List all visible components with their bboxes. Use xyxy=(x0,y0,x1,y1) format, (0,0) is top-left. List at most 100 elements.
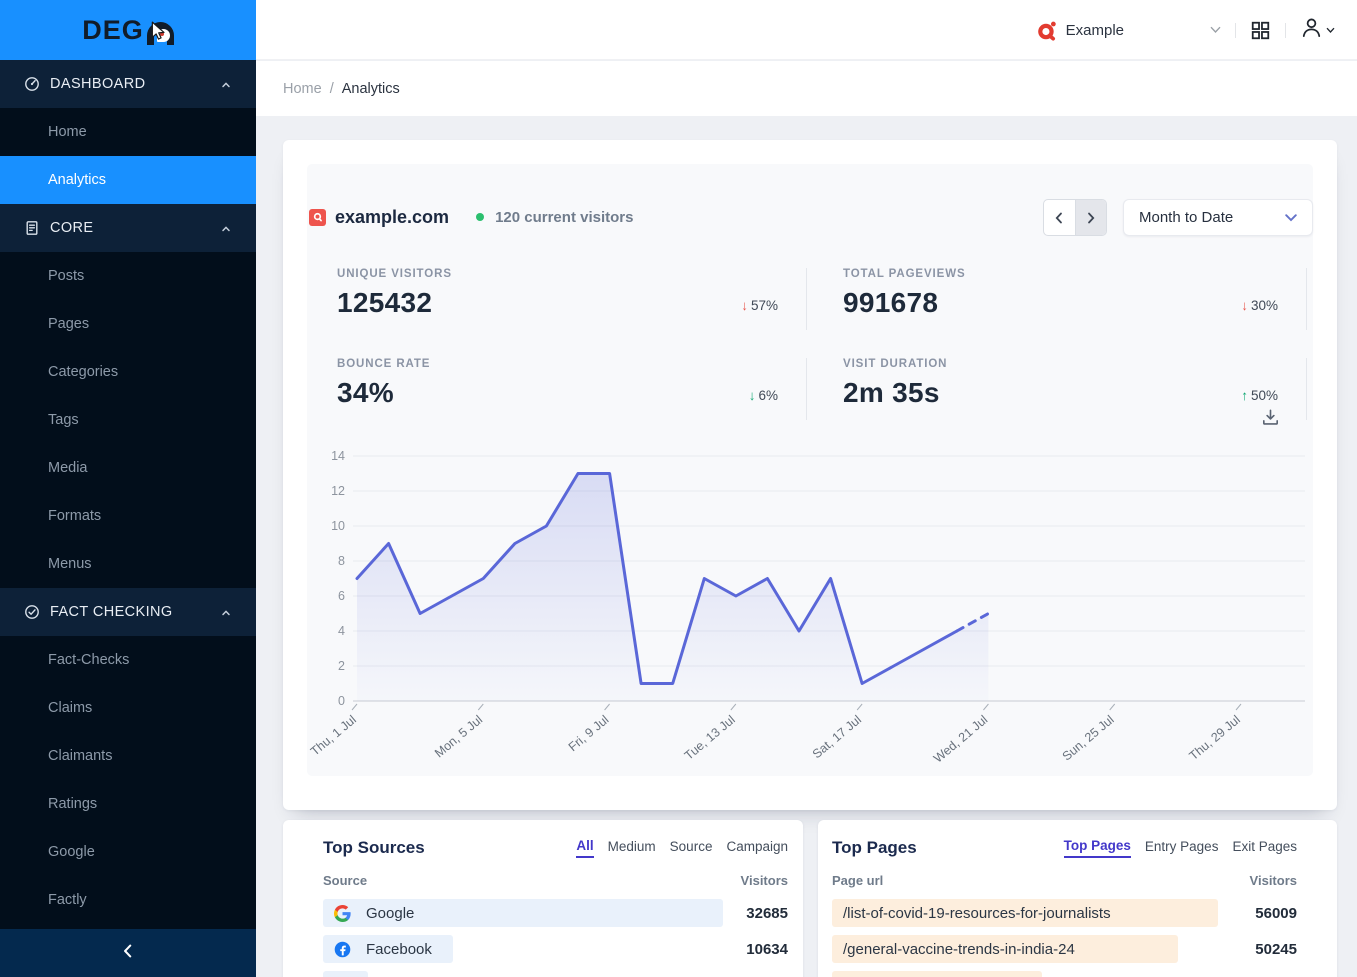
sidebar-item-pages[interactable]: Pages xyxy=(0,300,256,348)
sidebar-section-dashboard[interactable]: DASHBOARD xyxy=(0,60,256,108)
up-arrow-icon: ↑ xyxy=(1241,388,1248,403)
organisation-logo-icon xyxy=(1036,19,1059,42)
top-pages-header: Top Pages Top PagesEntry PagesExit Pages xyxy=(832,838,1297,858)
top-pages-rows: /list-of-covid-19-resources-for-journali… xyxy=(832,895,1297,977)
table-row-partial[interactable] xyxy=(323,967,788,977)
table-row-partial[interactable] xyxy=(832,967,1297,977)
tab-campaign[interactable]: Campaign xyxy=(726,839,788,857)
stat-delta-value: 50% xyxy=(1251,388,1278,403)
table-row[interactable]: /list-of-covid-19-resources-for-journali… xyxy=(832,895,1297,931)
table-row[interactable]: /general-vaccine-trends-in-india-24 50245 xyxy=(832,931,1297,967)
down-arrow-icon: ↓ xyxy=(741,298,748,313)
stat-delta: ↓57% xyxy=(741,298,778,313)
table-row[interactable]: Google 32685 xyxy=(323,895,788,931)
sidebar-collapse-trigger[interactable] xyxy=(0,929,256,977)
stat-visit-duration: VISIT DURATION2m 35s↑50% xyxy=(843,358,1307,420)
row-visitors: 50245 xyxy=(1255,941,1297,958)
stat-delta-value: 57% xyxy=(751,298,778,313)
sidebar-item-ratings[interactable]: Ratings xyxy=(0,780,256,828)
sidebar-section-label: CORE xyxy=(50,220,220,236)
svg-text:10: 10 xyxy=(331,519,345,533)
sidebar-item-claimants[interactable]: Claimants xyxy=(0,732,256,780)
document-icon xyxy=(24,220,40,236)
sidebar-item-tags[interactable]: Tags xyxy=(0,396,256,444)
svg-text:6: 6 xyxy=(338,589,345,603)
sidebar-item-fact-checks[interactable]: Fact-Checks xyxy=(0,636,256,684)
table-row[interactable]: Facebook 10634 xyxy=(323,931,788,967)
topbar: Example xyxy=(256,0,1357,60)
date-range-select[interactable]: Month to Date xyxy=(1123,199,1313,236)
top-sources-rows: Google 32685 Facebook 10634 xyxy=(323,895,788,977)
svg-text:Thu, 29 Jul: Thu, 29 Jul xyxy=(1187,713,1243,763)
sidebar-item-menus[interactable]: Menus xyxy=(0,540,256,588)
breadcrumb-home-link[interactable]: Home xyxy=(283,81,322,97)
row-label-text: /general-vaccine-trends-in-india-24 xyxy=(843,941,1075,958)
row-visitors: 56009 xyxy=(1255,905,1297,922)
logo-bird-icon xyxy=(147,22,174,45)
sidebar-section-label: FACT CHECKING xyxy=(50,604,220,620)
app-root: DEG DASHBOARDHomeAnalyticsCOREPostsPages… xyxy=(0,0,1357,977)
organisation-caret-down-icon[interactable] xyxy=(1210,21,1221,39)
top-sources-columns: SourceVisitors xyxy=(323,873,788,888)
tab-top-pages[interactable]: Top Pages xyxy=(1064,838,1131,858)
row-label-text: Google xyxy=(366,905,414,922)
stat-label: VISIT DURATION xyxy=(843,358,1306,370)
sidebar-item-home[interactable]: Home xyxy=(0,108,256,156)
stat-label: BOUNCE RATE xyxy=(337,358,806,370)
svg-text:8: 8 xyxy=(338,554,345,568)
tab-entry-pages[interactable]: Entry Pages xyxy=(1145,839,1219,857)
breadcrumb: Home / Analytics xyxy=(256,61,1357,116)
stat-delta: ↑50% xyxy=(1241,388,1278,403)
svg-text:0: 0 xyxy=(338,694,345,708)
tab-all[interactable]: All xyxy=(576,838,593,858)
apps-grid-icon[interactable] xyxy=(1250,20,1271,41)
tab-source[interactable]: Source xyxy=(670,839,713,857)
facebook-icon xyxy=(334,941,351,958)
sidebar-item-analytics[interactable]: Analytics xyxy=(0,156,256,204)
down-arrow-icon: ↓ xyxy=(1241,298,1248,313)
date-pager xyxy=(1043,199,1107,236)
sidebar-section-label: DASHBOARD xyxy=(50,76,220,92)
top-sources-card: Top Sources AllMediumSourceCampaign Sour… xyxy=(283,820,803,977)
sidebar-item-google[interactable]: Google xyxy=(0,828,256,876)
row-label[interactable]: Facebook xyxy=(323,941,432,958)
svg-text:Tue, 13 Jul: Tue, 13 Jul xyxy=(682,713,738,763)
logo[interactable]: DEG xyxy=(0,0,256,60)
visitors-chart: 02468101214Thu, 1 JulMon, 5 JulFri, 9 Ju… xyxy=(323,445,1313,775)
row-label[interactable]: Google xyxy=(323,905,414,922)
row-label[interactable]: /general-vaccine-trends-in-india-24 xyxy=(832,941,1075,958)
row-label-text: Facebook xyxy=(366,941,432,958)
column-header-visitors: Visitors xyxy=(741,873,788,888)
topbar-right-cluster: Example xyxy=(1036,0,1335,60)
row-label[interactable]: /list-of-covid-19-resources-for-journali… xyxy=(832,905,1111,922)
sidebar-item-factly[interactable]: Factly xyxy=(0,876,256,924)
topbar-divider xyxy=(1235,23,1236,38)
svg-text:Sun, 25 Jul: Sun, 25 Jul xyxy=(1060,713,1117,764)
stat-bounce-rate: BOUNCE RATE34%↓6% xyxy=(337,358,807,420)
sidebar-section-core[interactable]: CORE xyxy=(0,204,256,252)
sidebar-item-formats[interactable]: Formats xyxy=(0,492,256,540)
site-domain: example.com xyxy=(335,207,449,228)
download-icon[interactable] xyxy=(1260,407,1281,433)
row-visitors: 32685 xyxy=(746,905,788,922)
sidebar-item-claims[interactable]: Claims xyxy=(0,684,256,732)
organisation-name[interactable]: Example xyxy=(1066,22,1124,39)
dashboard-icon xyxy=(24,76,40,92)
svg-text:2: 2 xyxy=(338,659,345,673)
stat-value: 991678 xyxy=(843,287,1306,319)
stat-delta: ↓6% xyxy=(749,388,778,403)
tab-exit-pages[interactable]: Exit Pages xyxy=(1232,839,1297,857)
next-period-button[interactable] xyxy=(1075,200,1106,235)
prev-period-button[interactable] xyxy=(1044,200,1075,235)
column-header-visitors: Visitors xyxy=(1250,873,1297,888)
row-visitors: 10634 xyxy=(746,941,788,958)
chevron-left-icon xyxy=(119,942,137,965)
sidebar-item-media[interactable]: Media xyxy=(0,444,256,492)
topbar-divider xyxy=(1285,23,1286,38)
sidebar-item-categories[interactable]: Categories xyxy=(0,348,256,396)
sidebar-item-posts[interactable]: Posts xyxy=(0,252,256,300)
current-visitors: 120 current visitors xyxy=(495,209,633,226)
tab-medium[interactable]: Medium xyxy=(608,839,656,857)
sidebar-section-fact-checking[interactable]: FACT CHECKING xyxy=(0,588,256,636)
user-menu[interactable] xyxy=(1300,16,1335,44)
